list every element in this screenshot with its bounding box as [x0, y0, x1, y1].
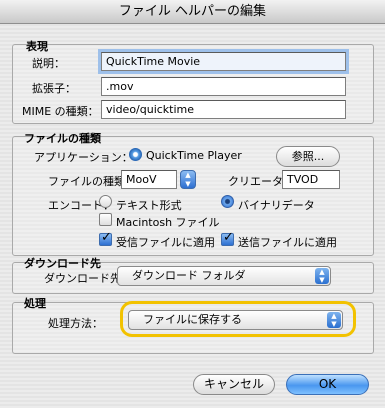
- ok-button[interactable]: OK: [286, 374, 369, 395]
- mime-type-label: MIME の種類：: [22, 105, 99, 118]
- browse-button[interactable]: 参照...: [276, 146, 340, 167]
- text-format-radio[interactable]: [99, 195, 112, 208]
- binary-data-label: バイナリデータ: [238, 199, 315, 212]
- extension-label: 拡張子：: [32, 82, 76, 95]
- quicktime-icon: [129, 148, 142, 161]
- download-destination-value: ダウンロード フォルダ: [132, 269, 246, 282]
- handling-method-popup[interactable]: ファイルに保存する ▲ ▼: [128, 310, 343, 330]
- cancel-button[interactable]: キャンセル: [193, 374, 275, 395]
- handling-method-value: ファイルに保存する: [143, 313, 242, 326]
- application-name: QuickTime Player: [146, 149, 242, 162]
- apply-receive-label: 受信ファイルに適用: [116, 236, 215, 249]
- text-format-label: テキスト形式: [116, 199, 182, 212]
- up-down-arrows-icon: ▲ ▼: [185, 171, 191, 188]
- file-type-field[interactable]: MooV: [121, 170, 177, 189]
- binary-data-radio[interactable]: [221, 195, 234, 208]
- apply-send-checkbox[interactable]: [221, 230, 234, 246]
- mime-type-field[interactable]: video/quicktime: [101, 100, 346, 119]
- apply-receive-checkbox[interactable]: [99, 230, 112, 246]
- download-destination-popup[interactable]: ダウンロード フォルダ ▲ ▼: [117, 266, 331, 286]
- macintosh-file-label: Macintosh ファイル: [116, 216, 220, 229]
- file-type-popup-button[interactable]: ▲ ▼: [180, 170, 196, 189]
- representation-group-title: 表現: [26, 40, 48, 53]
- creator-field[interactable]: TVOD: [282, 170, 340, 189]
- download-group-title: ダウンロード先: [24, 257, 101, 270]
- up-down-arrows-icon: ▲ ▼: [327, 312, 341, 328]
- file-type-group-title: ファイルの種類: [24, 132, 101, 145]
- application-label: アプリケーション：: [34, 151, 133, 164]
- handling-method-label: 処理方法：: [48, 317, 103, 330]
- description-label: 説明：: [32, 57, 65, 70]
- handling-group-title: 処理: [24, 297, 46, 310]
- description-field[interactable]: QuickTime Movie: [98, 49, 349, 74]
- extension-field[interactable]: .mov: [101, 77, 346, 96]
- apply-send-label: 送信ファイルに適用: [238, 236, 337, 249]
- macintosh-file-checkbox[interactable]: [99, 213, 112, 226]
- window-title: ファイル ヘルパーの編集: [0, 0, 385, 24]
- up-down-arrows-icon: ▲ ▼: [315, 268, 329, 284]
